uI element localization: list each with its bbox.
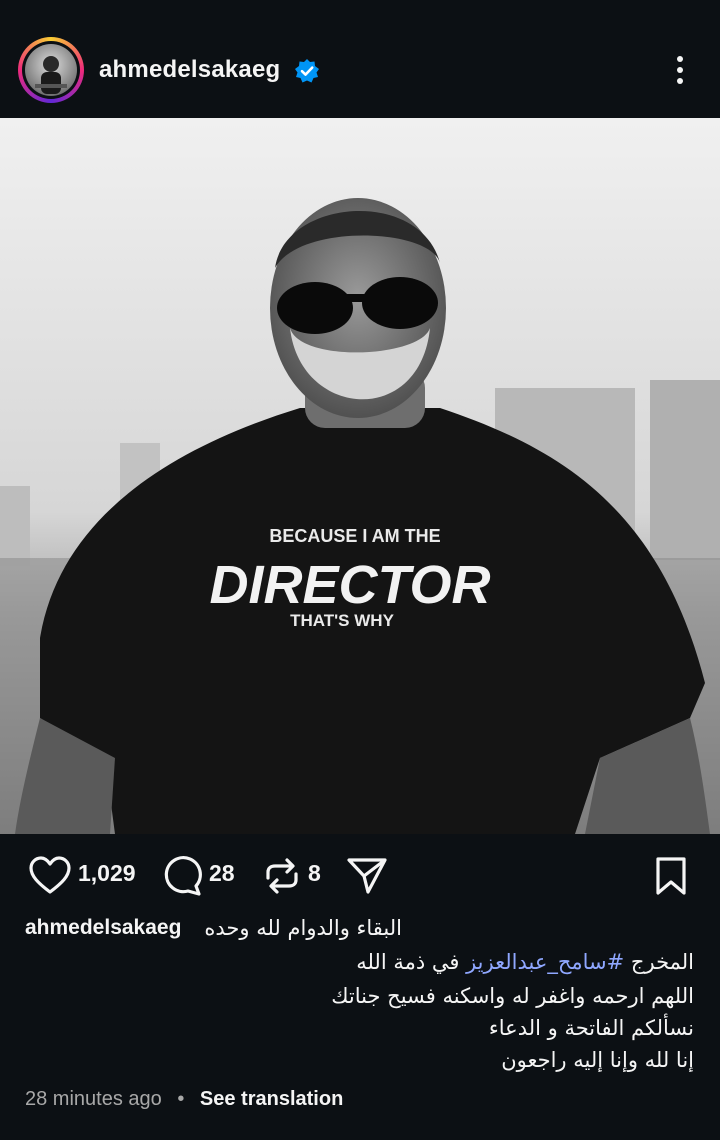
caption-line3: اللهم ارحمه واغفر له واسكنه فسيح جناتك [331,984,694,1008]
caption-line1: البقاء والدوام لله وحده [204,916,402,940]
more-vertical-icon[interactable] [668,52,692,88]
avatar-border [22,41,80,99]
caption-line2: المخرج #سامح_عبدالعزيز في ذمة الله [356,950,694,974]
post-actions: 1,029 28 8 [0,848,720,904]
shirt-text-line1: BECAUSE I AM THE [269,526,440,546]
share-icon[interactable] [346,856,388,901]
repost-icon[interactable] [262,856,302,901]
meta-separator: • [177,1088,185,1110]
post-meta: 28 minutes ago • See translation [25,1088,343,1111]
caption-line4: نسألكم الفاتحة و الدعاء [488,1016,694,1040]
verified-badge-icon [294,58,320,84]
shirt-text-line2: DIRECTOR [209,555,490,615]
avatar[interactable] [18,37,84,103]
bookmark-icon[interactable] [654,856,688,901]
comments-count[interactable]: 28 [209,860,235,887]
username[interactable]: ahmedelsakaeg [99,56,280,84]
post-timestamp: 28 minutes ago [25,1088,162,1110]
caption-line2-prefix: المخرج [624,950,694,974]
heart-icon[interactable] [28,856,72,901]
caption-line2-suffix: في ذمة الله [356,950,467,974]
hashtag-link[interactable]: #سامح_عبدالعزيز [466,950,624,974]
avatar-image [25,44,77,96]
post-header: ahmedelsakaeg [0,0,720,118]
caption-username[interactable]: ahmedelsakaeg [25,916,181,940]
likes-count[interactable]: 1,029 [78,860,136,887]
see-translation-link[interactable]: See translation [200,1088,343,1110]
caption-line5: إنا لله وإنا إليه راجعون [501,1048,694,1072]
reposts-count[interactable]: 8 [308,860,321,887]
post-photo[interactable]: BECAUSE I AM THE DIRECTOR THAT'S WHY [0,118,720,834]
shirt-text-line3: THAT'S WHY [290,611,394,630]
comment-icon[interactable] [160,856,204,901]
